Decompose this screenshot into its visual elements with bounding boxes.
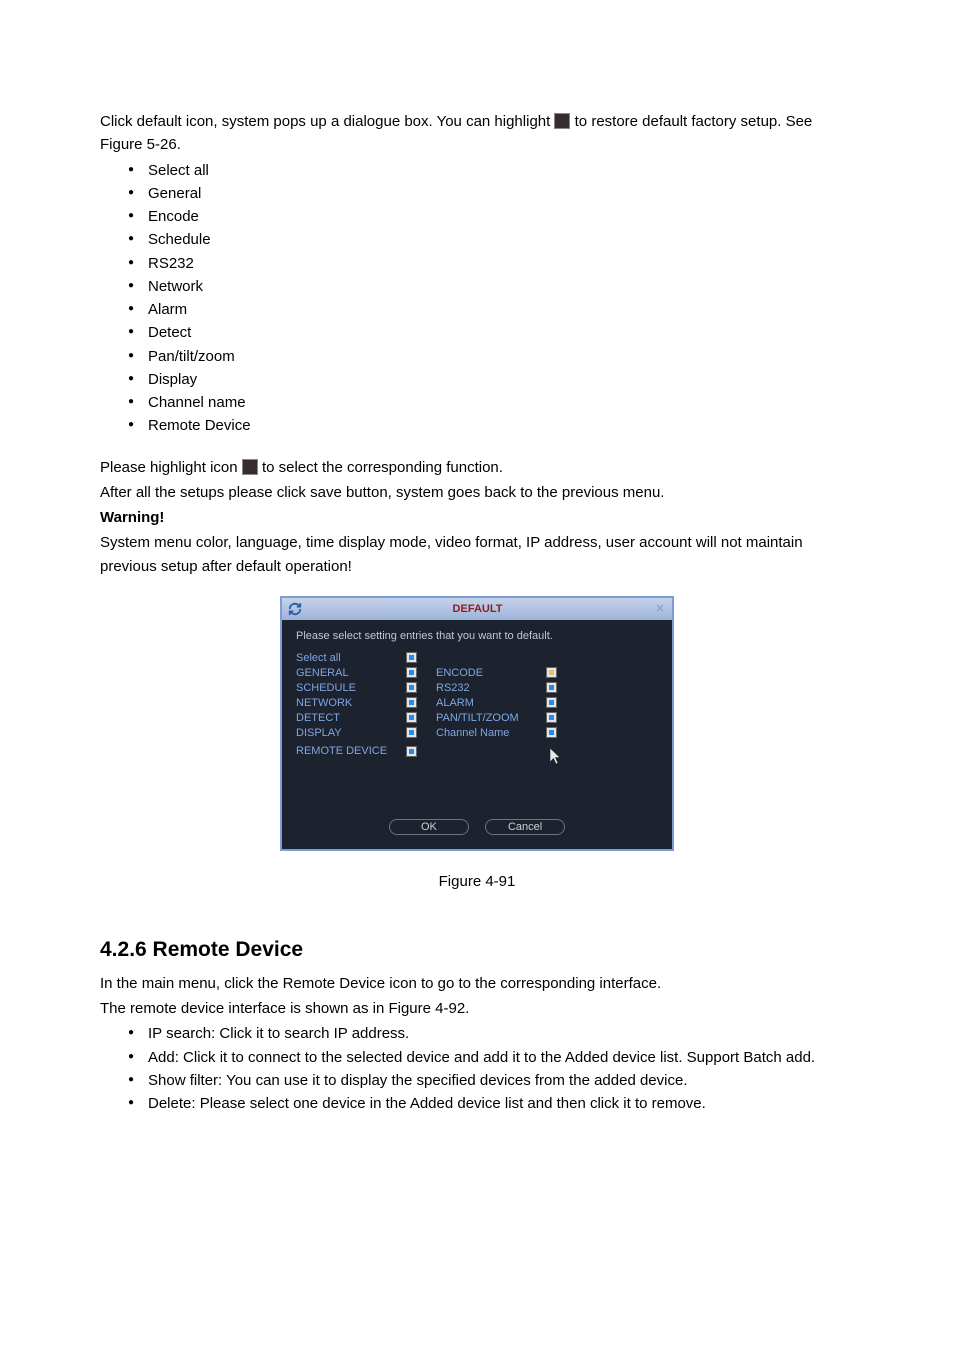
option-label-schedule: SCHEDULE [296,682,406,694]
dialog-button-row: OK Cancel [296,817,658,835]
option-label-encode: ENCODE [436,667,546,679]
checkbox-general[interactable] [406,667,417,678]
list-item-label: Network [148,278,203,295]
checkbox-remote[interactable] [406,746,417,757]
list-item: Delete: Please select one device in the … [128,1092,854,1115]
warning-heading: Warning! [100,506,854,529]
dialog-body: Please select setting entries that you w… [282,620,672,849]
list-item-label: IP search: Click it to search IP address… [148,1025,409,1042]
list-item: Alarm [128,298,854,321]
list-item-label: Alarm [148,301,187,318]
paragraph-remote-1: In the main menu, click the Remote Devic… [100,972,854,995]
list-item: Select all [128,159,854,182]
option-label-select-all: Select all [296,652,406,664]
checkbox-network[interactable] [406,697,417,708]
list-item-label: Remote Device [148,417,251,434]
list-item-label: Delete: Please select one device in the … [148,1095,706,1112]
checkbox-pantilt[interactable] [546,712,557,723]
checkbox-rs232[interactable] [546,682,557,693]
list-item: RS232 [128,252,854,275]
list-item: Detect [128,321,854,344]
paragraph-highlight: Please highlight icon to select the corr… [100,456,854,479]
paragraph-intro: Click default icon, system pops up a dia… [100,110,854,157]
option-label-channel: Channel Name [436,727,546,739]
checkbox-detect[interactable] [406,712,417,723]
text-fragment: Please highlight icon [100,459,242,476]
list-item-label: Detect [148,324,191,341]
refresh-icon [286,600,303,617]
list-item: Show filter: You can use it to display t… [128,1069,854,1092]
list-item-label: Encode [148,208,199,225]
list-item: Network [128,275,854,298]
list-item-label: Add: Click it to connect to the selected… [148,1049,815,1066]
dialog-title: DEFAULT [303,603,652,615]
option-label-remote: REMOTE DEVICE [296,745,406,757]
close-icon[interactable]: ✕ [652,601,668,617]
list-item-label: RS232 [148,255,194,272]
list-item-label: Schedule [148,231,211,248]
option-label-pantilt: PAN/TILT/ZOOM [436,712,546,724]
list-item-label: Display [148,371,197,388]
list-item: Encode [128,205,854,228]
checkbox-select-all[interactable] [406,652,417,663]
option-label-detect: DETECT [296,712,406,724]
option-label-alarm: ALARM [436,697,546,709]
cancel-button[interactable]: Cancel [485,819,565,835]
paragraph-remote-2: The remote device interface is shown as … [100,997,854,1020]
option-label-network: NETWORK [296,697,406,709]
default-dialog: DEFAULT ✕ Please select setting entries … [280,596,674,851]
list-item: Remote Device [128,414,854,437]
highlight-box-icon [554,113,570,129]
option-label-display: DISPLAY [296,727,406,739]
list-item: General [128,182,854,205]
text-fragment: Click default icon, system pops up a dia… [100,113,554,130]
options-list: Select all General Encode Schedule RS232… [100,159,854,438]
text-fragment: to select the corresponding function. [262,459,503,476]
list-item: Add: Click it to connect to the selected… [128,1046,854,1069]
dialog-instruction: Please select setting entries that you w… [296,630,658,642]
section-heading-remote-device: 4.2.6 Remote Device [100,938,854,962]
highlight-box-icon [242,459,258,475]
cursor-icon [550,748,580,767]
dialog-titlebar: DEFAULT ✕ [282,598,672,620]
remote-device-list: IP search: Click it to search IP address… [100,1022,854,1115]
checkbox-channel[interactable] [546,727,557,738]
checkbox-encode[interactable] [546,667,557,678]
paragraph-save: After all the setups please click save b… [100,481,854,504]
checkbox-display[interactable] [406,727,417,738]
option-label-rs232: RS232 [436,682,546,694]
figure-container: DEFAULT ✕ Please select setting entries … [100,596,854,890]
checkbox-alarm[interactable] [546,697,557,708]
list-item: Schedule [128,228,854,251]
list-item-label: General [148,185,201,202]
dialog-options-grid: Select all GENERAL ENCODE SCHEDULE RS232… [296,652,658,761]
ok-button[interactable]: OK [389,819,469,835]
list-item-label: Channel name [148,394,246,411]
paragraph-warning-body: System menu color, language, time displa… [100,531,854,578]
option-label-general: GENERAL [296,667,406,679]
list-item: Display [128,368,854,391]
list-item-label: Show filter: You can use it to display t… [148,1072,688,1089]
checkbox-schedule[interactable] [406,682,417,693]
list-item: Pan/tilt/zoom [128,345,854,368]
figure-caption: Figure 4-91 [100,873,854,890]
list-item: Channel name [128,391,854,414]
list-item: IP search: Click it to search IP address… [128,1022,854,1045]
list-item-label: Select all [148,162,209,179]
list-item-label: Pan/tilt/zoom [148,348,235,365]
